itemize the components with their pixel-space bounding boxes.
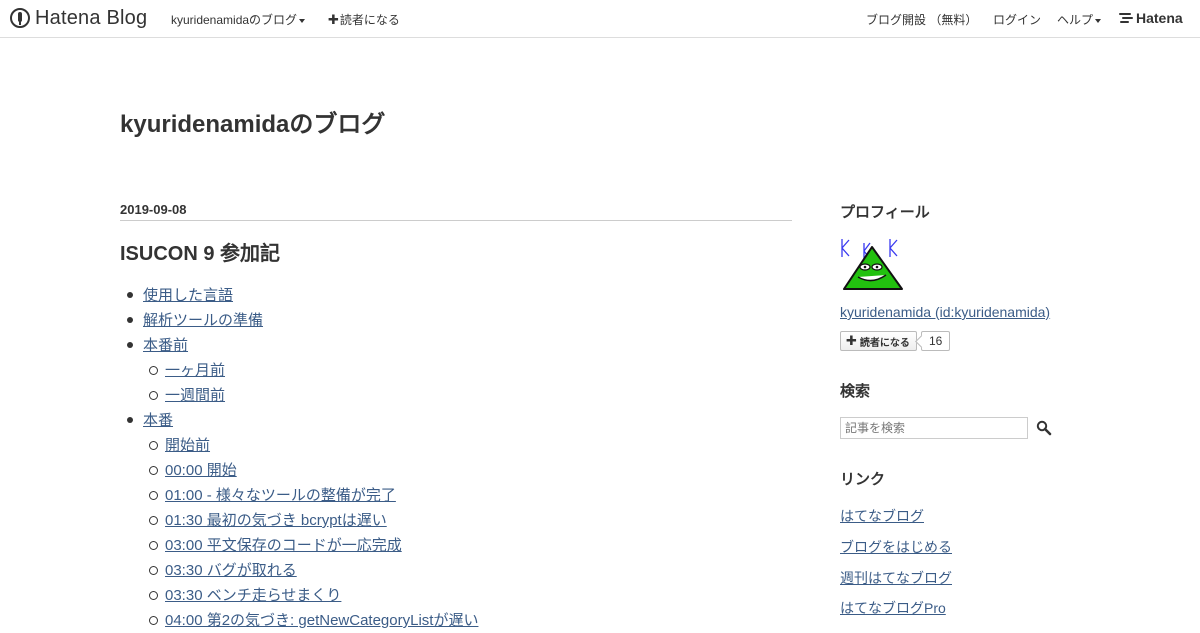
profile-name-link[interactable]: kyuridenamida (id:kyuridenamida) xyxy=(840,304,1050,320)
toc-link[interactable]: 本番 xyxy=(143,412,173,429)
toc-item: 一ヶ月前 xyxy=(120,358,478,383)
hatena-link[interactable]: Hatena xyxy=(1119,10,1183,26)
link-start-blog[interactable]: ブログをはじめる xyxy=(840,537,952,557)
toc-link[interactable]: 01:00 - 様々なツールの整備が完了 xyxy=(165,487,396,504)
hatena-logo-icon xyxy=(1119,12,1133,24)
profile-heading: プロフィール xyxy=(840,204,930,221)
toc-item: 03:30 ベンチ走らせまくり xyxy=(120,583,478,608)
table-of-contents: 使用した言語解析ツールの準備 本番前一ヶ月前一週間前本番開始前 00:00 開始 01… xyxy=(120,283,478,633)
toc-link[interactable]: 00:00 開始 xyxy=(165,462,237,479)
toc-item: 01:00 - 様々なツールの整備が完了 xyxy=(120,483,478,508)
open-blog-link[interactable]: ブログ開設 （無料） xyxy=(866,11,977,28)
plus-icon: ✚ xyxy=(328,12,339,27)
blog-menu-label: kyuridenamidaのブログ xyxy=(171,13,298,27)
toc-link[interactable]: 03:30 ベンチ走らせまくり xyxy=(165,587,341,604)
chevron-down-icon xyxy=(299,18,306,23)
help-label: ヘルプ xyxy=(1057,13,1094,27)
toc-item: 使用した言語 xyxy=(120,283,478,308)
date-divider xyxy=(120,220,792,221)
logo-text: Hatena Blog xyxy=(35,6,148,29)
toc-item: 04:00 第2の気づき: getNewCategoryListが遅い xyxy=(120,608,478,633)
login-link[interactable]: ログイン xyxy=(993,11,1041,28)
link-hatena-blog-pro[interactable]: はてなブログPro xyxy=(840,598,946,618)
search-input[interactable] xyxy=(840,417,1028,439)
link-hatena-blog[interactable]: はてなブログ xyxy=(840,506,924,526)
profile-avatar[interactable] xyxy=(840,237,904,293)
blog-title[interactable]: kyuridenamidaのブログ xyxy=(120,104,385,139)
entry-title[interactable]: ISUCON 9 参加記 xyxy=(120,237,280,266)
toc-item: 解析ツールの準備 xyxy=(120,308,478,333)
links-heading: リンク xyxy=(840,471,886,488)
entry-date[interactable]: 2019-09-08 xyxy=(120,202,187,217)
blog-menu[interactable]: kyuridenamidaのブログ xyxy=(171,11,306,28)
plus-icon: ✚ xyxy=(846,333,857,348)
global-header: Hatena Blog kyuridenamidaのブログ ✚読者になる ブログ… xyxy=(0,0,1200,38)
subscriber-count[interactable]: 16 xyxy=(921,331,951,351)
toc-item: 本番 xyxy=(120,408,478,433)
chevron-down-icon xyxy=(1095,18,1102,23)
header-subscribe-button[interactable]: ✚読者になる xyxy=(328,11,400,28)
search-icon[interactable] xyxy=(1036,420,1052,436)
toc-link[interactable]: 03:00 平文保存のコードが一応完成 xyxy=(165,537,402,554)
sidebar-subscribe-label: 読者になる xyxy=(859,337,910,349)
help-menu[interactable]: ヘルプ xyxy=(1057,11,1102,28)
toc-link[interactable]: 解析ツールの準備 xyxy=(143,312,263,329)
toc-link[interactable]: 03:30 バグが取れる xyxy=(165,562,297,579)
toc-item: 01:30 最初の気づき bcryptは遅い xyxy=(120,508,478,533)
toc-item: 00:00 開始 xyxy=(120,458,478,483)
sidebar-subscribe-button[interactable]: ✚ 読者になる xyxy=(840,331,917,351)
toc-link[interactable]: 一ヶ月前 xyxy=(165,362,225,379)
toc-link[interactable]: 本番前 xyxy=(143,337,188,354)
toc-link[interactable]: 一週間前 xyxy=(165,387,225,404)
toc-item: 一週間前 xyxy=(120,383,478,408)
toc-link[interactable]: 開始前 xyxy=(165,437,210,454)
link-weekly-hatena-blog[interactable]: 週刊はてなブログ xyxy=(840,568,952,588)
toc-link[interactable]: 使用した言語 xyxy=(143,287,233,304)
toc-item: 03:00 平文保存のコードが一応完成 xyxy=(120,533,478,558)
toc-item: 本番前 xyxy=(120,333,478,358)
toc-link[interactable]: 01:30 最初の気づき bcryptは遅い xyxy=(165,512,387,529)
hatena-blog-logo-icon xyxy=(10,8,30,28)
header-subscribe-label: 読者になる xyxy=(339,13,400,27)
hatena-blog-logo[interactable]: Hatena Blog xyxy=(10,7,147,29)
search-heading: 検索 xyxy=(840,383,871,400)
toc-item: 03:30 バグが取れる xyxy=(120,558,478,583)
toc-link[interactable]: 04:00 第2の気づき: getNewCategoryListが遅い xyxy=(165,612,478,629)
toc-item: 開始前 xyxy=(120,433,478,458)
hatena-label: Hatena xyxy=(1136,10,1183,26)
